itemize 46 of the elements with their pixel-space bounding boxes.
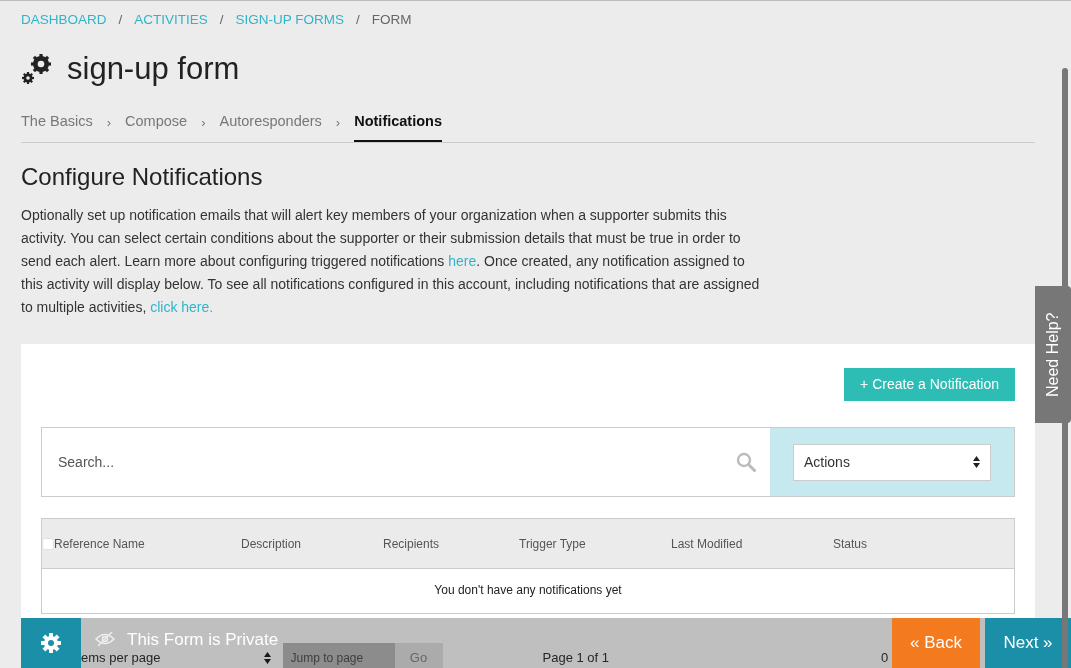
breadcrumb-separator: / [219,11,224,29]
step-tab[interactable]: Notifications [354,110,442,143]
go-button[interactable]: Go [394,643,443,668]
text-link[interactable]: click here. [150,299,214,316]
actions-select[interactable]: Actions [793,443,991,481]
items-per-page-label: ems per page [81,649,161,668]
select-arrows-icon[interactable] [263,652,271,665]
select-all-checkbox[interactable] [42,537,54,550]
help-tab[interactable]: Need Help? [1035,286,1071,423]
jump-to-page-field[interactable]: Jump to page [282,643,395,668]
column-header: Recipients [383,535,440,553]
privacy-status: This Form is Private [127,631,279,649]
description-paragraph: Optionally set up notification emails that will alert key members of your organization when a supporter submits this activity. You can select certain conditions about the supporter or their submission details that must be true in order to send each alert. Learn more about configuring triggered notifications here. Once created, any notification assigned to this activity will display below. To see all notifications configured in this account, including notifications that are assigned to multiple activities, click here. [21,206,761,318]
hidden-eye-icon [95,631,115,647]
section-title: Configure Notifications [21,163,264,193]
empty-table-message: You don't have any notifications yet [433,582,623,600]
step-chevron: › [201,113,206,132]
breadcrumb-current: FORM [371,11,412,29]
gear-icon [40,632,62,654]
column-header: Reference Name [54,535,145,553]
settings-button[interactable] [21,618,81,668]
column-header: Description [241,535,302,553]
breadcrumb-link[interactable]: SIGN-UP FORMS [235,10,345,31]
step-tab[interactable]: The Basics [21,110,93,143]
select-arrows-icon [973,456,980,469]
text-link[interactable]: here [448,253,477,270]
back-button[interactable]: « Back [892,618,980,668]
step-chevron: › [106,113,112,132]
create-notification-button[interactable]: + Create a Notification [844,368,1015,402]
next-button[interactable]: Next » [985,618,1071,668]
column-header: Status [833,535,868,553]
breadcrumb-link[interactable]: ACTIVITIES [134,10,208,31]
step-chevron: › [335,113,341,132]
breadcrumb-separator: / [118,11,123,29]
breadcrumb-link[interactable]: DASHBOARD [21,10,107,31]
step-tab[interactable]: Compose [125,110,188,143]
breadcrumb-separator: / [356,11,360,29]
gears-icon [21,52,53,85]
column-header: Last Modified [671,535,743,553]
page-info: Page 1 of 1 [542,649,609,668]
scrollbar[interactable] [1062,68,1068,668]
page-title: sign-up form [67,50,240,88]
column-header: Trigger Type [519,535,586,553]
search-icon[interactable] [736,452,756,473]
step-tab[interactable]: Autoresponders [219,110,322,143]
page-count: 0 [881,649,889,668]
